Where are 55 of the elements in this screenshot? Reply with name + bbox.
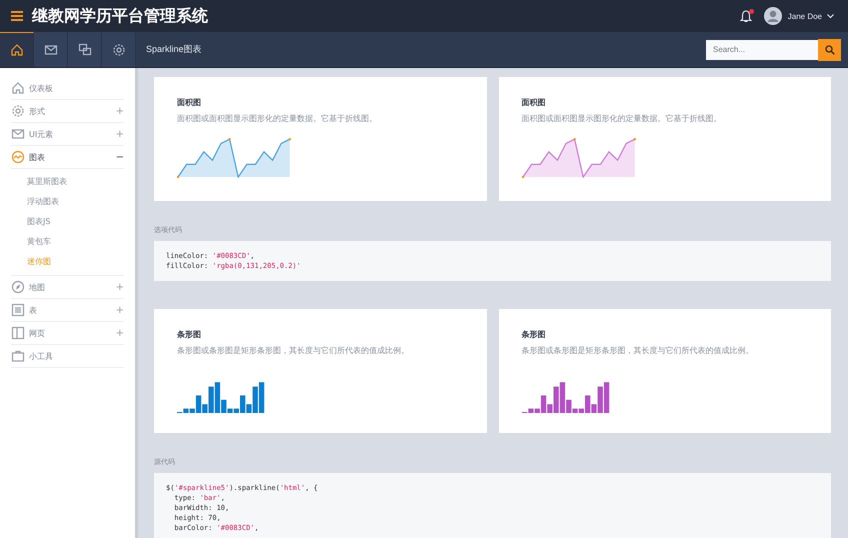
home-icon	[10, 43, 24, 57]
envelope-icon	[44, 42, 58, 56]
expand-toggle[interactable]: +	[116, 304, 124, 316]
sidebar-item[interactable]: 网页 +	[11, 322, 124, 345]
home-icon	[11, 81, 25, 95]
expand-toggle[interactable]: +	[116, 128, 124, 140]
sidebar-subitem[interactable]: 迷你图	[27, 252, 124, 272]
caret-icon	[827, 14, 834, 18]
briefcase-icon	[11, 349, 25, 363]
card-title: 面积图	[522, 97, 546, 108]
sidebar-item[interactable]: 地图 +	[11, 276, 124, 299]
toolbar-tab[interactable]	[0, 32, 34, 67]
book-icon	[11, 326, 25, 340]
search-field[interactable]: Search...	[706, 40, 818, 60]
search-icon	[824, 44, 834, 54]
envelope-icon	[11, 127, 25, 141]
compass-icon	[11, 280, 25, 294]
expand-toggle[interactable]: +	[116, 328, 124, 338]
sidebar-subitem[interactable]: 浮动图表	[27, 192, 124, 212]
expand-toggle[interactable]: +	[116, 282, 124, 292]
card-title: 面积图	[177, 97, 202, 108]
sidebar-subitem[interactable]: 黄包车	[27, 232, 124, 252]
list-icon	[11, 303, 25, 317]
card-title: 条形图	[522, 329, 546, 340]
sidebar-subitem[interactable]: 莫里斯图表	[27, 172, 124, 192]
sidebar-item[interactable]: 图表 −	[11, 146, 124, 169]
menu-icon[interactable]	[11, 11, 23, 21]
expand-toggle[interactable]: +	[116, 106, 124, 116]
expand-toggle[interactable]: −	[116, 152, 124, 162]
chat-icon	[78, 42, 92, 56]
chart-icon	[11, 150, 25, 164]
user-menu[interactable]: Jane Doe	[788, 12, 834, 20]
sidebar-item[interactable]: 仪表板	[11, 77, 124, 100]
card-description: 条形图或条形图是矩形条形图，其长度与它们所代表的值成比例。	[177, 345, 410, 356]
sidebar-item[interactable]: 小工具	[11, 345, 124, 368]
sidebar-item[interactable]: 形式 +	[11, 100, 124, 123]
card-description: 面积图或面积图显示图形化的定量数据。它基于折线图。	[177, 113, 378, 124]
notification-button[interactable]	[740, 10, 752, 22]
search-button[interactable]	[818, 38, 841, 60]
settings-icon	[112, 42, 126, 56]
sidebar-item[interactable]: 表 +	[11, 299, 124, 322]
sidebar-subitem[interactable]: 图表JS	[27, 212, 124, 232]
card-title: 条形图	[177, 329, 202, 340]
settings-icon	[11, 104, 25, 118]
sidebar-item[interactable]: UI元素 +	[11, 123, 124, 146]
user-name: Jane Doe	[788, 12, 822, 20]
toolbar-tab[interactable]	[68, 32, 102, 67]
page-title: Sparkline图表	[146, 43, 202, 56]
toolbar-tab[interactable]	[102, 32, 136, 67]
card-description: 面积图或面积图显示图形化的定量数据。它基于折线图。	[522, 113, 722, 124]
app-title: 继教网学历平台管理系统	[32, 6, 208, 26]
card-description: 条形图或条形图是矩形条形图，其长度与它们所代表的值成比例。	[522, 345, 754, 356]
avatar-icon	[764, 7, 782, 25]
toolbar-tab[interactable]	[34, 32, 68, 67]
bell-icon	[740, 10, 752, 22]
